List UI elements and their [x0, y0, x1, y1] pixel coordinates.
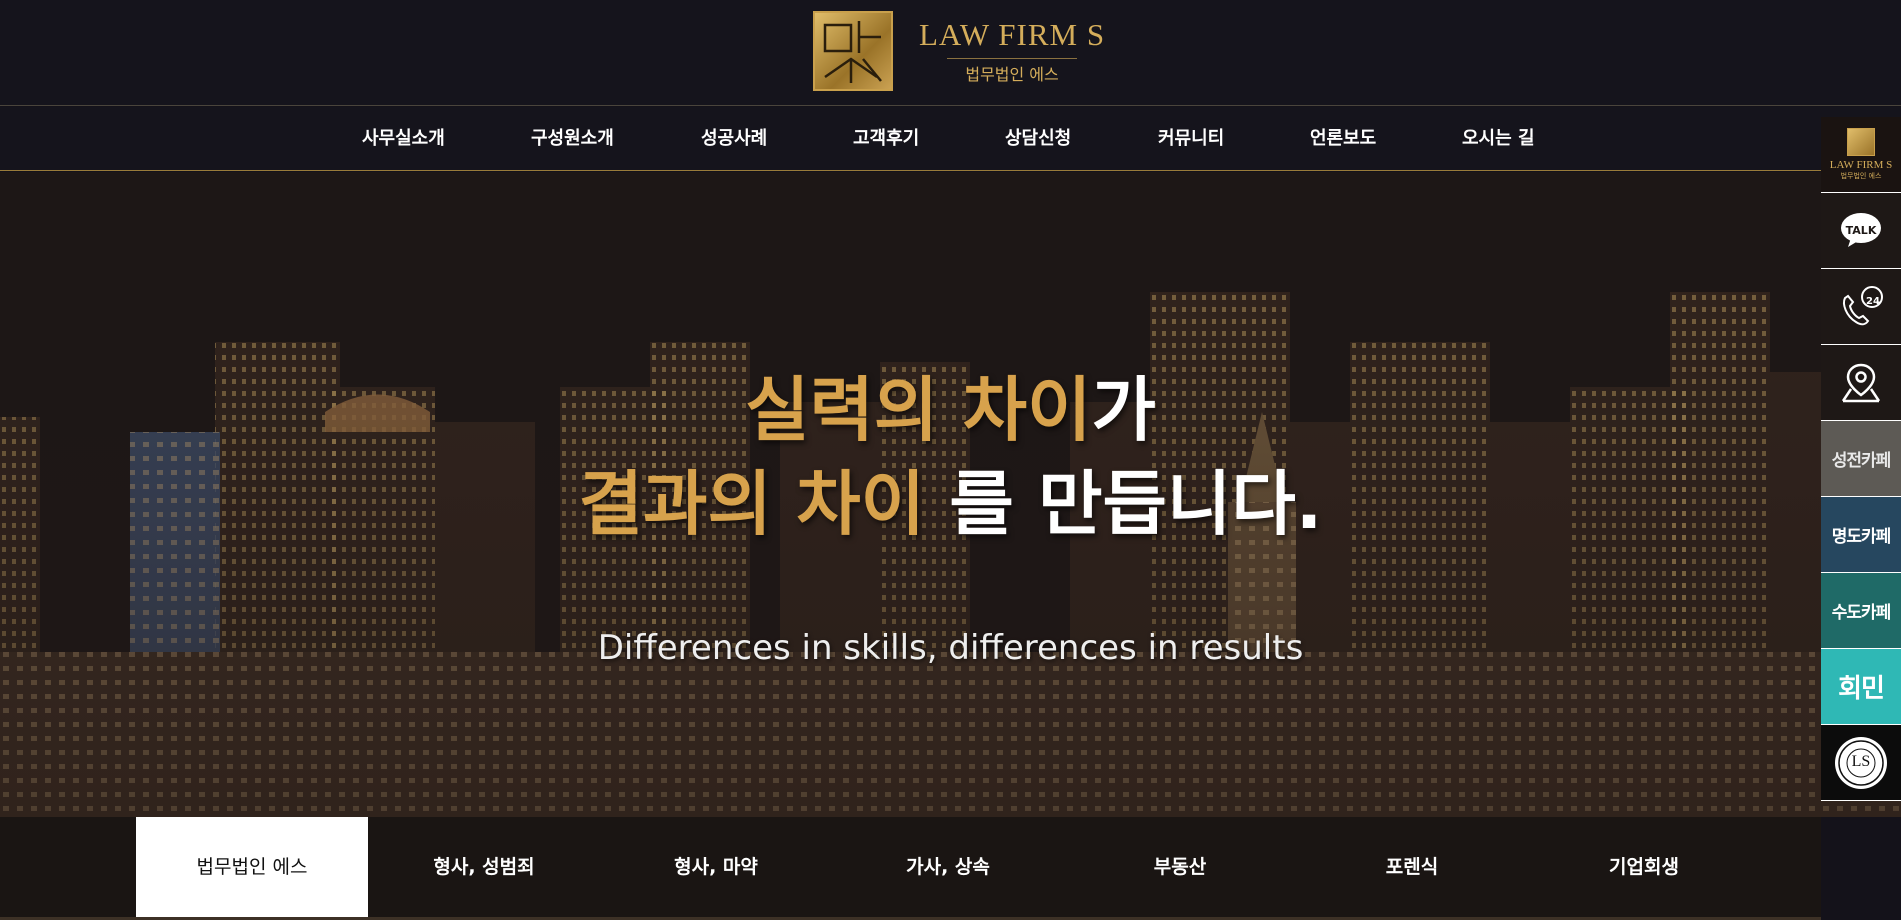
main-nav: 사무실소개 구성원소개 성공사례 고객후기 상담신청 커뮤니티 언론보도 오시는… — [0, 107, 1901, 171]
quick-logo-ko: 법무법인 에스 — [1840, 172, 1882, 180]
tab-criminal-drugs[interactable]: 형사, 마약 — [600, 817, 832, 917]
kakao-talk-button[interactable]: TALK — [1821, 193, 1901, 269]
ls-mark: LS — [1851, 753, 1871, 770]
tab-real-estate[interactable]: 부동산 — [1064, 817, 1296, 917]
logo-mark-icon — [813, 11, 893, 91]
nav-item-directions[interactable]: 오시는 길 — [1462, 107, 1535, 171]
nav-item-reviews[interactable]: 고객후기 — [853, 107, 919, 171]
hero-headline-line2: 결과의 차이 를 만듭니다. — [0, 462, 1901, 546]
cafe-link-3[interactable]: 수도카페 — [1821, 573, 1901, 649]
nav-item-members[interactable]: 구성원소개 — [531, 107, 614, 171]
site-header: LAW FIRM S 법무법인 에스 — [0, 0, 1901, 106]
practice-area-tabs: 법무법인 에스 형사, 성범죄 형사, 마약 가사, 상속 부동산 포렌식 기업… — [0, 817, 1821, 920]
call-badge: 24 — [1866, 296, 1880, 307]
tab-criminal-sex-crime[interactable]: 형사, 성범죄 — [368, 817, 600, 917]
tab-law-firm-s[interactable]: 법무법인 에스 — [136, 817, 368, 917]
quick-menu: LAW FIRM S 법무법인 에스 TALK 24 성전카페 명도카페 수도카… — [1821, 117, 1901, 801]
quick-logo[interactable]: LAW FIRM S 법무법인 에스 — [1821, 117, 1901, 193]
quick-logo-en: LAW FIRM S — [1829, 159, 1893, 171]
quick-logo-mark-icon — [1847, 128, 1875, 156]
hero-headline-white-2: 를 만듭니다. — [925, 463, 1323, 545]
hero-banner: 실력의 차이가 결과의 차이 를 만듭니다. Differences in sk… — [0, 172, 1901, 817]
cafe-link-1[interactable]: 성전카페 — [1821, 421, 1901, 497]
tab-forensics[interactable]: 포렌식 — [1296, 817, 1528, 917]
phone-24-button[interactable]: 24 — [1821, 269, 1901, 345]
logo-text-ko: 법무법인 에스 — [965, 64, 1059, 84]
location-button[interactable] — [1821, 345, 1901, 421]
nav-item-about[interactable]: 사무실소개 — [362, 107, 445, 171]
hero-headline-line1: 실력의 차이가 — [0, 368, 1901, 452]
nav-item-consultation[interactable]: 상담신청 — [1005, 107, 1071, 171]
talk-label: TALK — [1845, 224, 1877, 237]
nav-item-community[interactable]: 커뮤니티 — [1158, 107, 1224, 171]
nav-item-success-cases[interactable]: 성공사례 — [701, 107, 767, 171]
ls-badge-link[interactable]: LS — [1821, 725, 1901, 801]
tab-corporate-rehabilitation[interactable]: 기업회생 — [1528, 817, 1760, 917]
logo-text-en: LAW FIRM S — [919, 16, 1106, 52]
logo[interactable]: LAW FIRM S 법무법인 에스 — [813, 11, 1105, 91]
logo-divider — [947, 57, 1078, 59]
nav-item-press[interactable]: 언론보도 — [1310, 107, 1376, 171]
map-pin-icon — [1841, 363, 1881, 402]
hero-headline-gold-2: 결과의 차이 — [578, 463, 926, 545]
hero-subtitle: Differences in skills, differences in re… — [597, 628, 1304, 668]
cafe-link-4[interactable]: 회민 — [1821, 649, 1901, 725]
hero-headline-gold-1: 실력의 차이 — [745, 369, 1092, 451]
cafe-link-2[interactable]: 명도카페 — [1821, 497, 1901, 573]
tab-family-inheritance[interactable]: 가사, 상속 — [832, 817, 1064, 917]
hero-headline-white-1: 가 — [1091, 369, 1156, 451]
